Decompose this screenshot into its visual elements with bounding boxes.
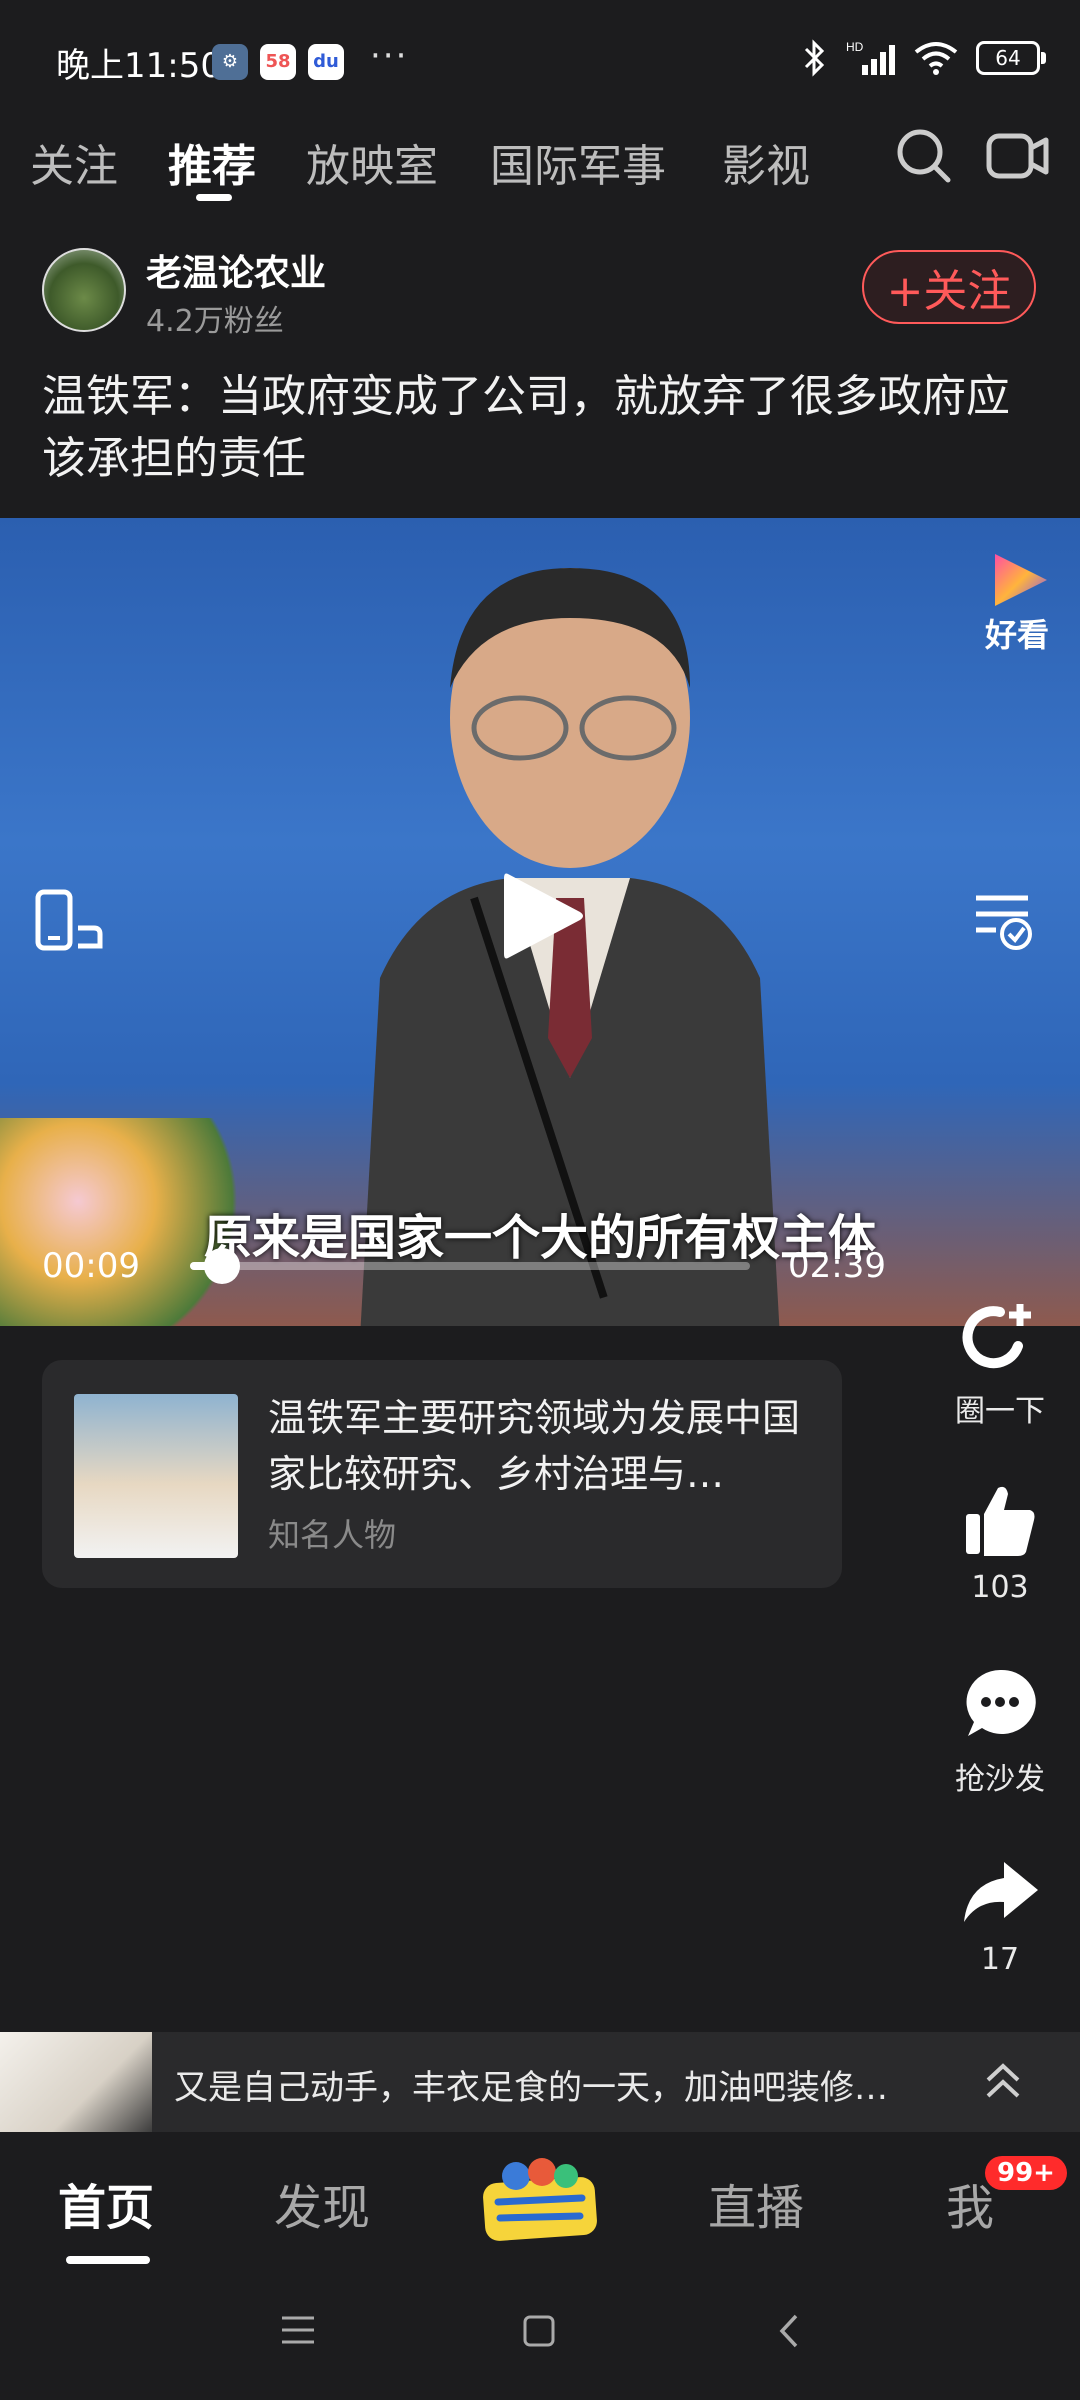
post-title[interactable]: 温铁军：当政府变成了公司，就放弃了很多政府应该承担的责任 xyxy=(42,366,1042,490)
tab-active-indicator xyxy=(196,194,232,201)
svg-text:HD: HD xyxy=(846,40,864,54)
video-subtitle: 原来是国家一个大的所有权主体 xyxy=(203,1210,876,1266)
bottom-navigation: 首页 发现 直播 我 99+ xyxy=(0,2132,1080,2264)
author-fans-count: 4.2万粉丝 xyxy=(146,304,284,339)
app-58-icon: 58 xyxy=(260,44,296,80)
haokan-logo-icon xyxy=(995,554,1047,606)
wifi-icon xyxy=(914,42,958,75)
video-total-time: 02:39 xyxy=(788,1246,886,1286)
top-tab-bar: 关注 推荐 放映室 国际军事 影视 xyxy=(0,120,1080,201)
notification-badge: 99+ xyxy=(985,2156,1067,2190)
tab-film-tv[interactable]: 影视 xyxy=(722,130,810,194)
person-card-description: 温铁军主要研究领域为发展中国家比较研究、乡村治理与… xyxy=(268,1396,801,1496)
tab-international-military[interactable]: 国际军事 xyxy=(490,130,666,194)
status-bar: 晚上11:50 ⚙ 58 du ··· HD 64 xyxy=(0,0,1080,100)
system-navigation-bar xyxy=(0,2262,1080,2400)
like-count: 103 xyxy=(971,1570,1029,1605)
thumbs-up-icon xyxy=(966,1486,1035,1556)
tab-follow[interactable]: 关注 xyxy=(30,130,118,194)
nav-discover[interactable]: 发现 xyxy=(274,2168,370,2238)
circle-action-label: 圈一下 xyxy=(955,1394,1045,1429)
fullscreen-rotate-icon[interactable] xyxy=(34,888,104,952)
comment-action[interactable]: 抢沙发 xyxy=(930,1664,1070,1798)
person-photo xyxy=(74,1394,238,1558)
suggestion-thumbnail xyxy=(0,2032,152,2132)
video-progress-track[interactable] xyxy=(190,1262,750,1270)
signal-icon: HD xyxy=(846,40,895,75)
video-camera-icon[interactable] xyxy=(986,130,1050,182)
tab-screening-room[interactable]: 放映室 xyxy=(306,130,438,194)
suggestion-title: 又是自己动手，丰衣足食的一天，加油吧装修… xyxy=(174,2068,888,2108)
status-right-group: HD 64 xyxy=(802,38,1046,78)
related-person-card[interactable]: 温铁军主要研究领域为发展中国家比较研究、乡村治理与… 知名人物 xyxy=(42,1360,842,1588)
home-icon[interactable] xyxy=(522,2314,556,2348)
person-card-subtitle: 知名人物 xyxy=(268,1516,397,1554)
settings-app-icon: ⚙ xyxy=(212,44,248,80)
rating-logo-icon[interactable] xyxy=(480,2154,600,2244)
tab-recommend[interactable]: 推荐 xyxy=(168,130,256,194)
author-avatar[interactable] xyxy=(42,248,126,332)
share-action[interactable]: 17 xyxy=(930,1852,1070,1977)
nav-home[interactable]: 首页 xyxy=(58,2168,154,2238)
circle-share-icon xyxy=(962,1304,1031,1369)
play-icon[interactable] xyxy=(490,866,590,966)
share-arrow-icon xyxy=(964,1862,1038,1922)
video-progress-knob[interactable] xyxy=(203,1248,240,1284)
circle-action[interactable]: 圈一下 xyxy=(930,1296,1070,1430)
follow-button[interactable]: +关注 xyxy=(862,250,1036,324)
bluetooth-icon xyxy=(804,39,825,77)
playlist-icon[interactable] xyxy=(970,888,1034,952)
search-icon[interactable] xyxy=(894,126,954,186)
back-icon[interactable] xyxy=(776,2312,800,2350)
status-time: 晚上11:50 xyxy=(56,46,222,86)
video-current-time: 00:09 xyxy=(42,1246,140,1286)
expand-up-icon[interactable] xyxy=(982,2060,1024,2104)
next-video-suggestion[interactable]: 又是自己动手，丰衣足食的一天，加油吧装修… xyxy=(0,2032,1080,2132)
baidu-app-icon: du xyxy=(308,44,344,80)
haokan-brand-label: 好看 xyxy=(985,616,1050,654)
like-action[interactable]: 103 xyxy=(930,1480,1070,1605)
nav-live[interactable]: 直播 xyxy=(708,2168,804,2238)
video-player[interactable]: 好看 原来是国家一个大的所有权主体 00:09 02:39 xyxy=(0,518,1080,1326)
more-notifications-icon: ··· xyxy=(370,36,409,76)
battery-indicator: 64 xyxy=(976,41,1046,75)
menu-icon[interactable] xyxy=(280,2314,316,2346)
comment-icon xyxy=(966,1669,1036,1736)
comment-label: 抢沙发 xyxy=(955,1762,1045,1797)
author-name[interactable]: 老温论农业 xyxy=(146,244,326,296)
share-count: 17 xyxy=(980,1942,1020,1977)
